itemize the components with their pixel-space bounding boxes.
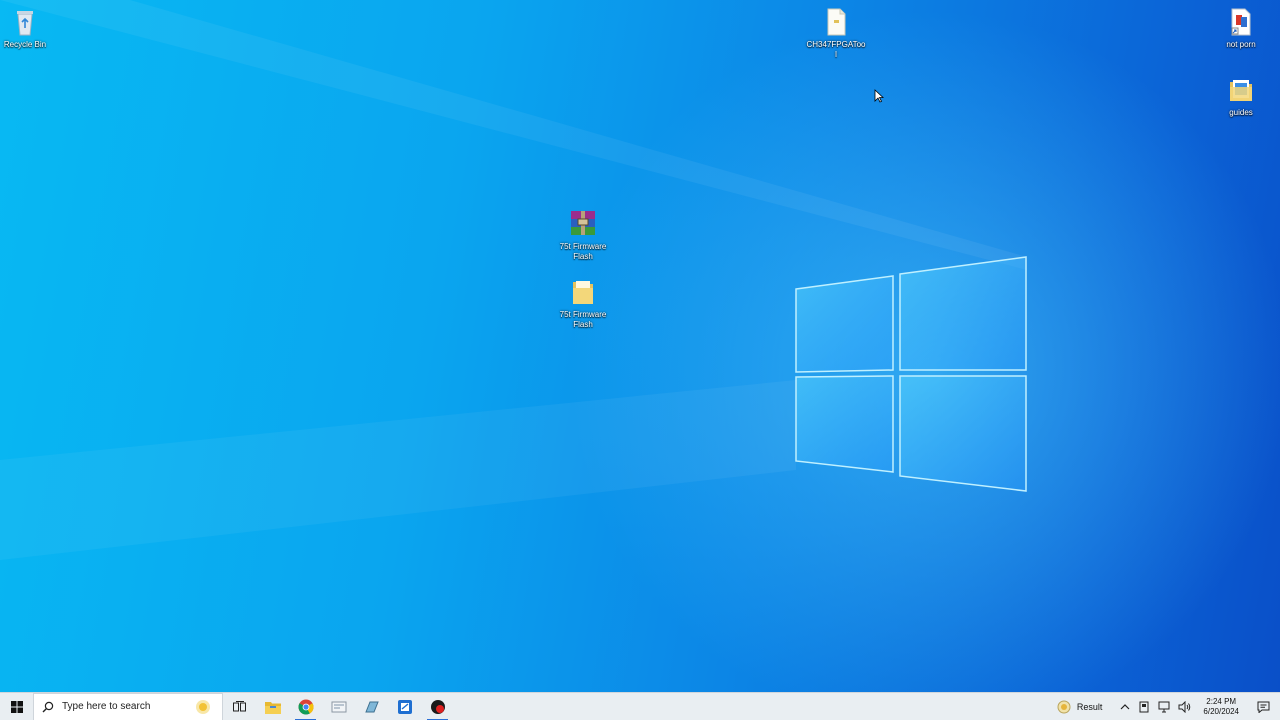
- clock-date: 6/20/2024: [1203, 707, 1239, 716]
- taskbar-chrome[interactable]: [289, 693, 322, 720]
- app-icon: [397, 699, 412, 714]
- device-icon: [1139, 701, 1149, 713]
- tray-volume-button[interactable]: [1174, 693, 1195, 720]
- desktop-icon-recycle-bin[interactable]: Recycle Bin: [0, 6, 55, 50]
- chevron-up-icon: [1120, 704, 1130, 710]
- result-icon: [1057, 700, 1071, 714]
- taskbar-app-2[interactable]: [355, 693, 388, 720]
- cortana-icon: [196, 699, 210, 714]
- desktop-icon-ch347fpgatool[interactable]: CH347FPGATool: [806, 6, 866, 60]
- desktop-wallpaper: [0, 0, 1280, 692]
- app-icon: [364, 701, 379, 712]
- desktop-icon-label: Recycle Bin: [3, 40, 47, 49]
- system-tray: Result 2:24 PM 6/20/2024: [1053, 693, 1280, 720]
- windows-logo-wallpaper: [0, 0, 1280, 692]
- desktop-icon-75t-firmware-flash-archive[interactable]: 75t Firmware Flash: [553, 208, 613, 262]
- chrome-icon: [298, 699, 313, 715]
- task-view-icon: [232, 700, 246, 711]
- start-button[interactable]: [0, 693, 33, 720]
- file-explorer-icon: [264, 701, 281, 714]
- tray-network-button[interactable]: [1154, 693, 1174, 720]
- app-icon: [331, 701, 346, 712]
- search-icon: [42, 701, 54, 712]
- desktop-icon-label: guides: [1229, 108, 1253, 117]
- desktop-icon-label: CH347FPGATool: [806, 40, 866, 59]
- taskbar: Type here to search Result 2:24 PM 6/20/…: [0, 692, 1280, 720]
- windows-logo-icon: [10, 700, 23, 713]
- clock-time: 2:24 PM: [1206, 697, 1237, 706]
- desktop-icon-label: 75t Firmware Flash: [559, 310, 607, 329]
- winrar-archive-icon: [567, 208, 599, 240]
- show-hidden-icons-button[interactable]: [1116, 693, 1134, 720]
- taskbar-app-3[interactable]: [388, 693, 421, 720]
- tray-result[interactable]: Result: [1053, 693, 1107, 720]
- desktop-icon-not-porn[interactable]: not porn: [1211, 6, 1271, 50]
- taskbar-app-1[interactable]: [322, 693, 355, 720]
- action-center-button[interactable]: [1247, 693, 1280, 720]
- desktop-icon-label: 75t Firmware Flash: [559, 242, 607, 261]
- search-placeholder: Type here to search: [62, 701, 151, 712]
- app-icon: [430, 699, 445, 714]
- taskbar-search-box[interactable]: Type here to search: [33, 692, 223, 720]
- file-icon: [820, 6, 852, 38]
- folder-icon: [1225, 74, 1257, 106]
- shortcut-file-icon: [1225, 6, 1257, 38]
- task-view-button[interactable]: [223, 693, 256, 720]
- desktop-icon-guides[interactable]: guides: [1211, 74, 1271, 118]
- network-icon: [1158, 701, 1170, 713]
- volume-icon: [1178, 701, 1191, 713]
- tray-device-button[interactable]: [1134, 693, 1154, 720]
- desktop-icon-label: not porn: [1226, 40, 1256, 49]
- result-label: Result: [1076, 702, 1103, 712]
- desktop-icon-75t-firmware-flash-folder[interactable]: 75t Firmware Flash: [553, 276, 613, 330]
- taskbar-file-explorer[interactable]: [256, 693, 289, 720]
- folder-icon: [567, 276, 599, 308]
- mouse-cursor-icon: [874, 89, 885, 108]
- notification-icon: [1257, 701, 1270, 713]
- taskbar-app-4[interactable]: [421, 693, 454, 720]
- taskbar-clock[interactable]: 2:24 PM 6/20/2024: [1195, 697, 1247, 717]
- recycle-bin-icon: [9, 6, 41, 38]
